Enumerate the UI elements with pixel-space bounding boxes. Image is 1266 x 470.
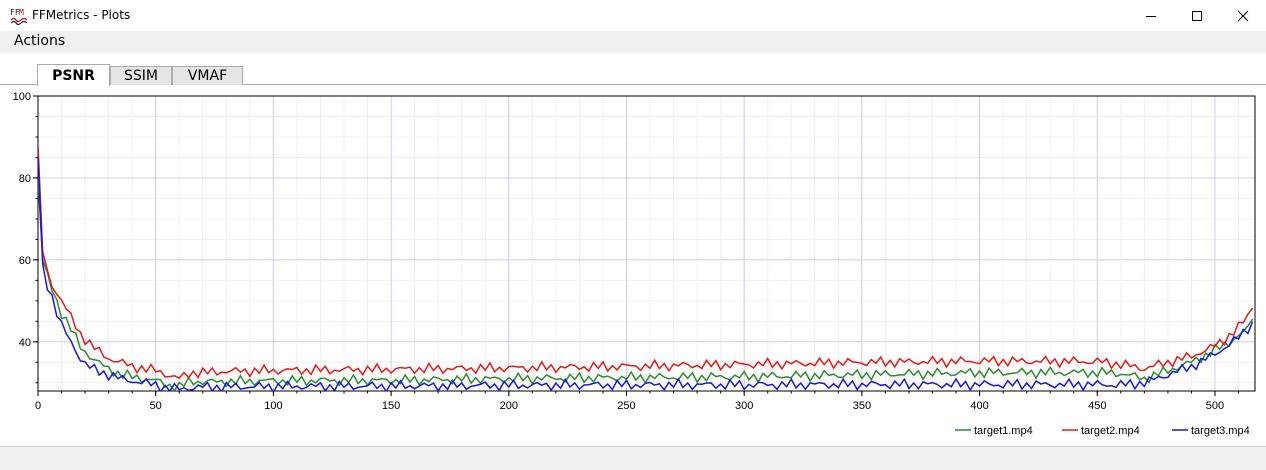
x-tick-label: 100 [264,400,282,412]
maximize-icon [1192,10,1202,21]
x-tick-label: 0 [35,400,41,412]
legend-label: target3.mp4 [1191,425,1250,437]
menu-bar: Actions [0,31,1266,53]
x-tick-label: 350 [853,400,871,412]
tab-psnr[interactable]: PSNR [37,64,110,86]
y-tick-label: 80 [19,173,31,185]
maximize-button[interactable] [1174,0,1220,31]
x-tick-label: 50 [150,400,162,412]
x-tick-label: 500 [1206,400,1224,412]
minimize-icon [1146,15,1156,17]
window-title: FFMetrics - Plots [32,8,131,22]
ffm-logo-icon: FF M [10,8,28,25]
close-icon [1237,10,1249,21]
y-tick-label: 60 [19,255,31,267]
close-button[interactable] [1220,0,1266,31]
x-tick-label: 300 [735,400,753,412]
x-tick-label: 400 [970,400,988,412]
series-line-target2-mp4 [38,145,1254,380]
tab-vmaf[interactable]: VMAF [172,66,243,85]
y-tick-label: 40 [19,337,31,349]
title-bar: FF M FFMetrics - Plots [0,0,1266,31]
plot-frame [37,95,1256,392]
status-bar [0,446,1266,470]
legend-label: target1.mp4 [974,425,1033,437]
svg-text:M: M [19,8,24,17]
series-line-target1-mp4 [38,177,1254,391]
psnr-chart[interactable]: 0 50 100 150 200 250 300 350 400 450 500 40 60 80 100 t… [0,85,1266,446]
y-tick-label: 100 [13,91,31,103]
legend-label: target2.mp4 [1081,425,1140,437]
x-tick-label: 250 [617,400,635,412]
series-line-target3-mp4 [38,157,1254,391]
x-tick-label: 450 [1088,400,1106,412]
x-tick-label: 150 [382,400,400,412]
x-tick-label: 200 [500,400,518,412]
minimize-button[interactable] [1128,0,1174,31]
menu-actions[interactable]: Actions [14,33,65,49]
tab-ssim[interactable]: SSIM [110,66,172,85]
